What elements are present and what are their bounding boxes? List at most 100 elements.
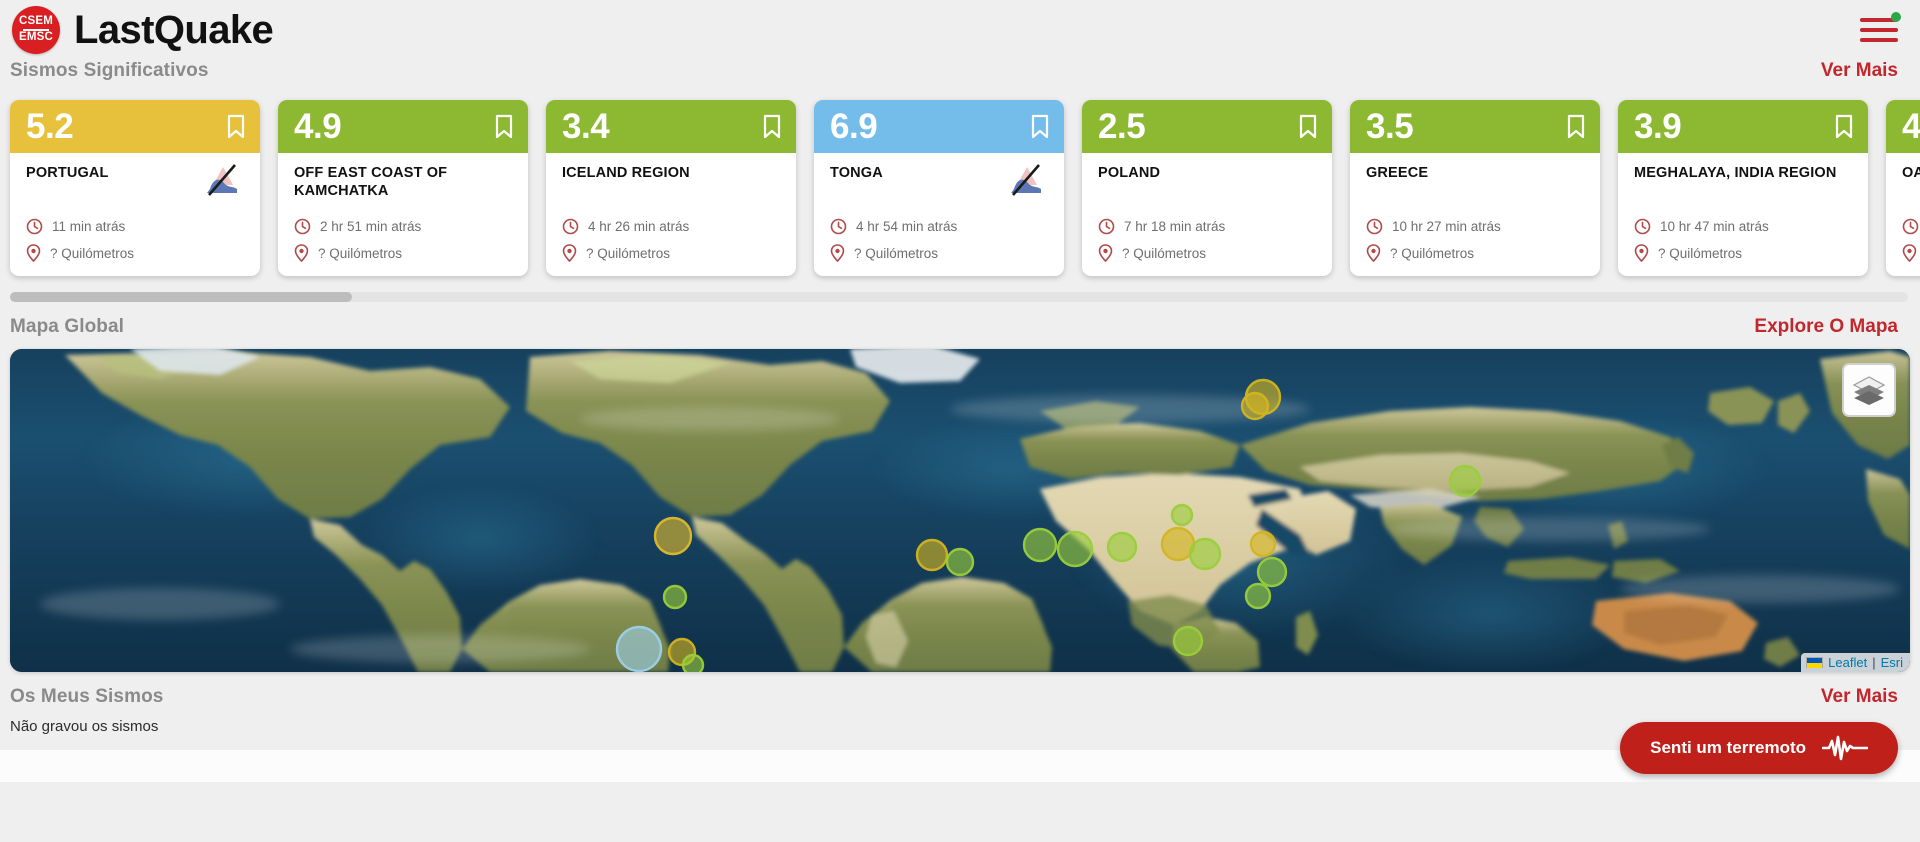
location-pin-icon: [1098, 244, 1113, 262]
quake-time-text: 2 hr 51 min atrás: [320, 219, 422, 234]
magnitude-value: 5.2: [26, 107, 74, 146]
earthquake-marker[interactable]: [1106, 531, 1138, 563]
clock-icon: [830, 218, 847, 235]
location-pin-icon: [1366, 244, 1381, 262]
quake-distance-row: ? Quilómetros: [294, 244, 513, 262]
earthquake-marker[interactable]: [1172, 625, 1204, 657]
felt-earthquake-label: Senti um terremoto: [1650, 738, 1806, 757]
brand[interactable]: CSEM EMSC LastQuake: [12, 6, 274, 54]
earthquake-marker[interactable]: [1056, 530, 1094, 568]
quake-card-top: TONGA: [830, 164, 1049, 209]
significant-carousel[interactable]: 5.2 PORTUGAL 11 min atrás ? Quilómetros …: [0, 92, 1920, 290]
hamburger-bar-2: [1860, 28, 1898, 32]
location-pin-icon: [1902, 244, 1917, 262]
quake-card-body: POLAND 7 hr 18 min atrás ? Quilómetros: [1082, 153, 1332, 276]
explore-map-link[interactable]: Explore O Mapa: [1754, 316, 1898, 338]
my-quakes-header-row: Os Meus Sismos Ver Mais: [0, 672, 1920, 708]
my-quakes-zone: Os Meus Sismos Ver Mais Não gravou os si…: [0, 672, 1920, 782]
clock-icon: [1634, 218, 1651, 235]
quake-time-row: 10 hr 27 min atrás: [1366, 218, 1585, 235]
quake-time-row: 10 hr 47 min atrás: [1634, 218, 1853, 235]
quake-card-body: OA: [1886, 153, 1920, 276]
earthquake-marker[interactable]: [1249, 530, 1277, 558]
bookmark-icon[interactable]: [226, 114, 246, 139]
quake-distance-row: [1902, 244, 1920, 262]
quake-card[interactable]: 4.9 OFF EAST COAST OF KAMCHATKA 2 hr 51 …: [278, 100, 528, 276]
quake-card-header: 2.5: [1082, 100, 1332, 153]
significant-carousel-wrap: 5.2 PORTUGAL 11 min atrás ? Quilómetros …: [0, 82, 1920, 290]
location-pin-icon: [1634, 244, 1649, 262]
earthquake-marker[interactable]: [1188, 537, 1222, 571]
earthquake-marker[interactable]: [1448, 464, 1482, 498]
quake-distance-text: ? Quilómetros: [1122, 245, 1207, 261]
clock-icon: [26, 218, 43, 235]
quake-location: MEGHALAYA, INDIA REGION: [1634, 165, 1837, 181]
quake-location: ICELAND REGION: [562, 165, 690, 181]
earthquake-marker[interactable]: [681, 653, 705, 672]
earthquake-marker[interactable]: [1022, 527, 1058, 563]
quake-distance-text: ? Quilómetros: [318, 245, 403, 261]
bookmark-icon[interactable]: [762, 114, 782, 139]
significant-see-more-link[interactable]: Ver Mais: [1821, 60, 1898, 82]
quake-time-row: 2 hr 51 min atrás: [294, 218, 513, 235]
quake-card-header: 5.2: [10, 100, 260, 153]
bookmark-icon[interactable]: [494, 114, 514, 139]
location-pin-icon: [830, 244, 845, 262]
quake-card[interactable]: 3.4 ICELAND REGION 4 hr 26 min atrás ? Q…: [546, 100, 796, 276]
quake-card[interactable]: 4 OA: [1886, 100, 1920, 276]
earthquake-marker[interactable]: [662, 584, 688, 610]
earthquake-marker[interactable]: [945, 547, 975, 577]
hamburger-menu-icon[interactable]: [1860, 12, 1901, 45]
my-quakes-see-more-link[interactable]: Ver Mais: [1821, 686, 1898, 708]
earthquake-marker[interactable]: [615, 625, 663, 672]
location-pin-icon: [294, 244, 309, 262]
quake-card-body: MEGHALAYA, INDIA REGION 10 hr 47 min atr…: [1618, 153, 1868, 276]
layers-stack-icon: [1852, 376, 1886, 405]
quake-location: OFF EAST COAST OF KAMCHATKA: [294, 165, 448, 199]
esri-link[interactable]: Esri: [1881, 655, 1903, 670]
quake-distance-row: ? Quilómetros: [830, 244, 1049, 262]
felt-earthquake-button[interactable]: Senti um terremoto: [1620, 722, 1898, 774]
quake-card[interactable]: 3.5 GREECE 10 hr 27 min atrás ? Quilómet…: [1350, 100, 1600, 276]
quake-time-row: 11 min atrás: [26, 218, 245, 235]
magnitude-value: 6.9: [830, 107, 878, 146]
quake-card-top: POLAND: [1098, 165, 1317, 209]
quake-distance-row: ? Quilómetros: [1098, 244, 1317, 262]
quake-time-row: 7 hr 18 min atrás: [1098, 218, 1317, 235]
quake-card-body: GREECE 10 hr 27 min atrás ? Quilómetros: [1350, 153, 1600, 276]
quake-card[interactable]: 2.5 POLAND 7 hr 18 min atrás ? Quilómetr…: [1082, 100, 1332, 276]
magnitude-value: 2.5: [1098, 107, 1146, 146]
notification-dot-icon: [1891, 12, 1901, 22]
bookmark-icon[interactable]: [1834, 114, 1854, 139]
earthquake-marker[interactable]: [1170, 503, 1194, 527]
quake-card[interactable]: 6.9 TONGA 4 hr 54 min atrás ? Quilómetro…: [814, 100, 1064, 276]
quake-distance-row: ? Quilómetros: [1366, 244, 1585, 262]
bookmark-icon[interactable]: [1030, 114, 1050, 139]
earthquake-marker[interactable]: [1240, 391, 1270, 421]
quake-location: TONGA: [830, 165, 883, 181]
quake-card-header: 4: [1886, 100, 1920, 153]
earthquake-marker[interactable]: [653, 516, 693, 556]
quake-card[interactable]: 5.2 PORTUGAL 11 min atrás ? Quilómetros: [10, 100, 260, 276]
earthquake-marker[interactable]: [915, 538, 949, 572]
quake-card[interactable]: 3.9 MEGHALAYA, INDIA REGION 10 hr 47 min…: [1618, 100, 1868, 276]
quake-distance-text: ? Quilómetros: [50, 245, 135, 261]
quake-card-header: 4.9: [278, 100, 528, 153]
magnitude-value: 3.9: [1634, 107, 1682, 146]
carousel-scrollbar-track[interactable]: [10, 292, 1908, 302]
map-layers-button[interactable]: [1842, 363, 1896, 417]
quake-card-top: PORTUGAL: [26, 164, 245, 209]
bookmark-icon[interactable]: [1566, 114, 1586, 139]
earthquake-marker[interactable]: [1256, 556, 1288, 588]
quake-distance-text: ? Quilómetros: [854, 245, 939, 261]
leaflet-link[interactable]: Leaflet: [1828, 655, 1867, 670]
earthquake-marker[interactable]: [1244, 582, 1272, 610]
clock-icon: [294, 218, 311, 235]
quake-location: POLAND: [1098, 165, 1161, 181]
carousel-scrollbar-thumb[interactable]: [10, 292, 352, 302]
bookmark-icon[interactable]: [1298, 114, 1318, 139]
quake-time-text: 4 hr 54 min atrás: [856, 219, 958, 234]
quake-time-row: 4 hr 54 min atrás: [830, 218, 1049, 235]
global-map[interactable]: Leaflet | Esri: [10, 349, 1910, 672]
quake-time-row: [1902, 218, 1920, 235]
